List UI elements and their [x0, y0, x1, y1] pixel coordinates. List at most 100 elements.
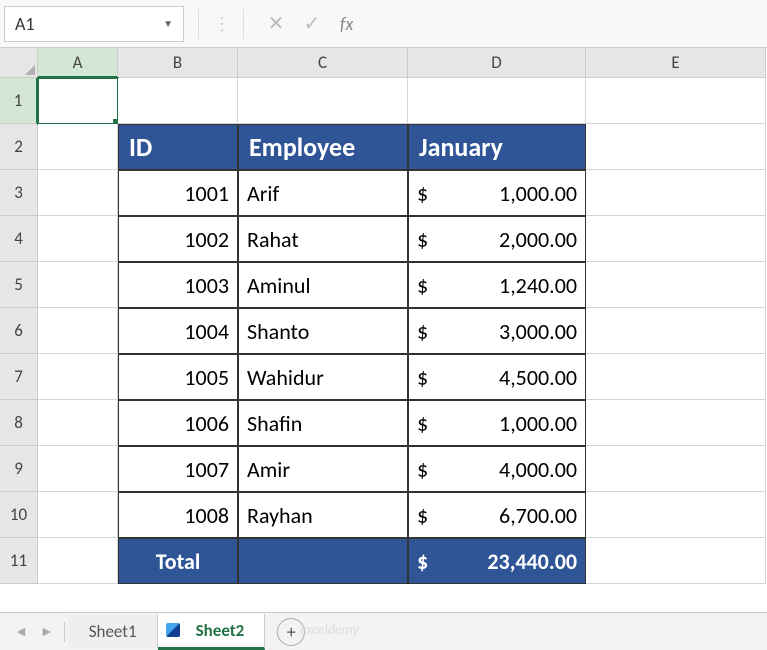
cell-employee[interactable]: Rahat — [238, 216, 408, 262]
cell-employee[interactable]: Rayhan — [238, 492, 408, 538]
col-header-a[interactable]: A — [38, 48, 118, 78]
currency-symbol: $ — [417, 226, 428, 253]
cell-amount[interactable]: $1,000.00 — [408, 400, 586, 446]
row-header-9[interactable]: 9 — [0, 446, 38, 492]
cell[interactable] — [586, 216, 766, 262]
cell-id[interactable]: 1007 — [118, 446, 238, 492]
cell-employee[interactable]: Aminul — [238, 262, 408, 308]
cell-b1[interactable] — [118, 78, 238, 124]
cell[interactable] — [38, 308, 118, 354]
cell-employee[interactable]: Amir — [238, 446, 408, 492]
cell-id[interactable]: 1008 — [118, 492, 238, 538]
header-id[interactable]: ID — [118, 124, 238, 170]
name-box-value: A1 — [15, 13, 35, 35]
cell[interactable] — [38, 446, 118, 492]
spreadsheet-grid: A B C D E 1 2 ID Employee January 3 1001… — [0, 48, 767, 584]
cell[interactable] — [586, 308, 766, 354]
fx-label[interactable]: fx — [340, 13, 353, 35]
cell-id[interactable]: 1001 — [118, 170, 238, 216]
currency-symbol: $ — [417, 272, 428, 299]
rows: 1 2 ID Employee January 3 1001 Arif $1,0… — [0, 78, 767, 584]
formula-bar: A1 ▼ ⋮ ✕ ✓ fx — [0, 0, 767, 48]
cell-amount[interactable]: $2,000.00 — [408, 216, 586, 262]
cell[interactable] — [586, 170, 766, 216]
cell[interactable] — [38, 170, 118, 216]
plus-icon: + — [287, 621, 296, 643]
cell-amount[interactable]: $4,000.00 — [408, 446, 586, 492]
total-label-cell[interactable]: Total — [118, 538, 238, 584]
cell[interactable] — [586, 400, 766, 446]
check-icon: ✓ — [294, 6, 330, 42]
total-amount: 23,440.00 — [487, 548, 577, 575]
cell-a1[interactable] — [38, 78, 118, 124]
cell[interactable] — [38, 400, 118, 446]
header-january[interactable]: January — [408, 124, 586, 170]
cell-id[interactable]: 1002 — [118, 216, 238, 262]
sheet-tab-1[interactable]: Sheet1 — [69, 615, 158, 648]
add-sheet-button[interactable]: + — [277, 618, 305, 646]
cell-e1[interactable] — [586, 78, 766, 124]
row-header-2[interactable]: 2 — [0, 124, 38, 170]
total-amount-cell[interactable]: $23,440.00 — [408, 538, 586, 584]
row-header-7[interactable]: 7 — [0, 354, 38, 400]
cell-employee[interactable]: Wahidur — [238, 354, 408, 400]
row-header-6[interactable]: 6 — [0, 308, 38, 354]
cell-id[interactable]: 1003 — [118, 262, 238, 308]
cell-amount[interactable]: $4,500.00 — [408, 354, 586, 400]
col-header-e[interactable]: E — [586, 48, 766, 78]
row-header-1[interactable]: 1 — [0, 78, 38, 124]
cell-employee[interactable]: Shafin — [238, 400, 408, 446]
cell-a2[interactable] — [38, 124, 118, 170]
cell-e2[interactable] — [586, 124, 766, 170]
cancel-icon: ✕ — [258, 6, 294, 42]
row-header-10[interactable]: 10 — [0, 492, 38, 538]
cell-employee[interactable]: Arif — [238, 170, 408, 216]
row-header-4[interactable]: 4 — [0, 216, 38, 262]
cell-id[interactable]: 1006 — [118, 400, 238, 446]
col-header-b[interactable]: B — [118, 48, 238, 78]
amount-value: 2,000.00 — [499, 226, 577, 253]
chevron-down-icon[interactable]: ▼ — [163, 17, 173, 30]
cell-employee[interactable]: Shanto — [238, 308, 408, 354]
cell[interactable] — [586, 492, 766, 538]
cell-c1[interactable] — [238, 78, 408, 124]
cell[interactable] — [38, 538, 118, 584]
row-header-5[interactable]: 5 — [0, 262, 38, 308]
cell-d1[interactable] — [408, 78, 586, 124]
cell-amount[interactable]: $3,000.00 — [408, 308, 586, 354]
amount-value: 4,500.00 — [499, 364, 577, 391]
select-all-corner[interactable] — [0, 48, 38, 78]
sheet-tab-label: Sheet1 — [89, 621, 137, 642]
total-spacer[interactable] — [238, 538, 408, 584]
column-headers: A B C D E — [38, 48, 767, 78]
header-employee[interactable]: Employee — [238, 124, 408, 170]
name-box[interactable]: A1 ▼ — [4, 6, 184, 42]
divider — [243, 9, 244, 39]
cell-amount[interactable]: $1,000.00 — [408, 170, 586, 216]
formula-input[interactable] — [353, 6, 763, 42]
cell-id[interactable]: 1004 — [118, 308, 238, 354]
cell[interactable] — [38, 262, 118, 308]
cell-amount[interactable]: $1,240.00 — [408, 262, 586, 308]
cell[interactable] — [586, 262, 766, 308]
row-header-3[interactable]: 3 — [0, 170, 38, 216]
cell[interactable] — [38, 216, 118, 262]
cell[interactable] — [38, 492, 118, 538]
cell-id[interactable]: 1005 — [118, 354, 238, 400]
prev-sheet-icon[interactable]: ◄ — [8, 623, 34, 640]
cell[interactable] — [586, 446, 766, 492]
divider — [198, 9, 199, 39]
next-sheet-icon[interactable]: ► — [34, 623, 60, 640]
cell[interactable] — [586, 354, 766, 400]
currency-symbol: $ — [417, 456, 428, 483]
cell[interactable] — [586, 538, 766, 584]
sheet-tab-2[interactable]: Sheet2 — [158, 614, 266, 650]
row-header-8[interactable]: 8 — [0, 400, 38, 446]
cell-amount[interactable]: $6,700.00 — [408, 492, 586, 538]
cell[interactable] — [38, 354, 118, 400]
amount-value: 4,000.00 — [499, 456, 577, 483]
col-header-d[interactable]: D — [408, 48, 586, 78]
col-header-c[interactable]: C — [238, 48, 408, 78]
row-header-11[interactable]: 11 — [0, 538, 38, 584]
divider — [64, 622, 65, 642]
